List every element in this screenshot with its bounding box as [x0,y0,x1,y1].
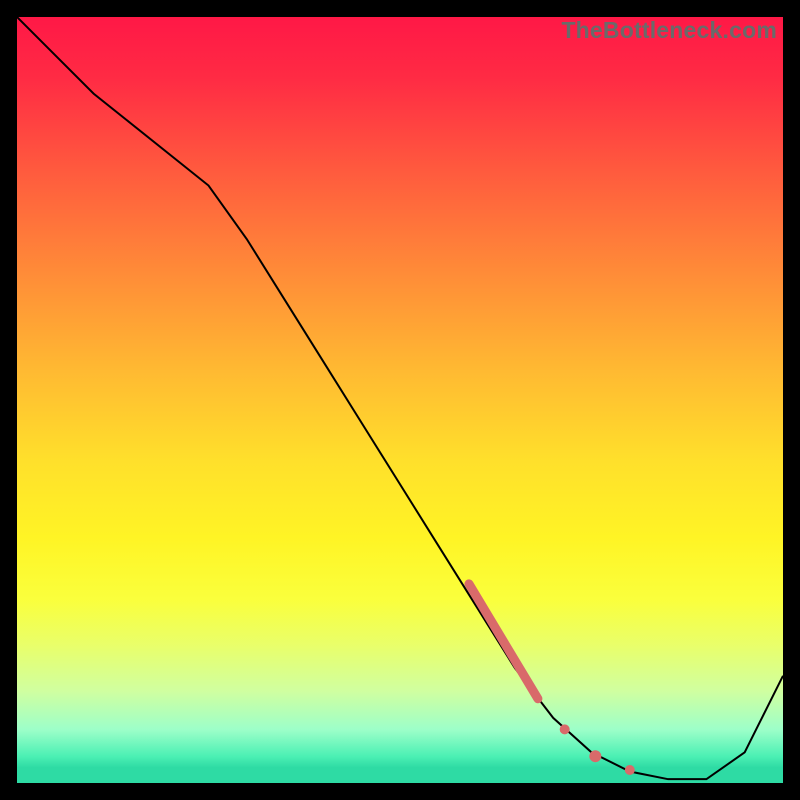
watermark-text: TheBottleneck.com [561,17,777,44]
bottleneck-curve [17,17,783,779]
plot-area: TheBottleneck.com [17,17,783,783]
marker-dot-c [625,765,635,775]
marker-dot-a [560,724,570,734]
marker-dot-b [589,750,601,762]
curve-layer [17,17,783,783]
marker-thick-segment [469,584,538,699]
chart-frame: TheBottleneck.com [0,0,800,800]
